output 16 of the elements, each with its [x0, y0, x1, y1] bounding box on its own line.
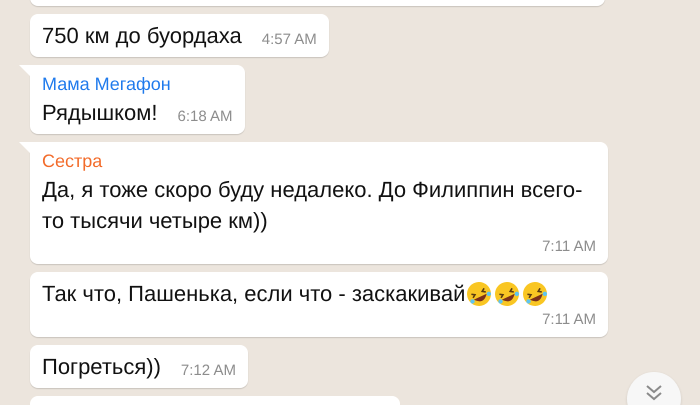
message-time: 7:12 AM — [180, 361, 236, 381]
message-text: Так что, Пашенька, если что - заскакивай — [42, 280, 466, 308]
double-chevron-down-icon — [644, 384, 664, 402]
message-text: 750 км до буордаха — [42, 22, 242, 50]
message-time: 7:11 AM — [542, 310, 596, 330]
message-text: Да, я тоже скоро буду недалеко. До Филиппин всего-то тысячи четыре км)) — [42, 176, 584, 235]
rolling-laughing-emoji-icon — [521, 280, 550, 308]
rolling-laughing-emoji-icon — [493, 280, 522, 308]
message-time: 4:57 AM — [262, 30, 317, 50]
sender-name: Мама Мегафон — [42, 73, 172, 96]
rolling-laughing-emoji-icon — [465, 280, 494, 308]
sender-name: Сестра — [42, 150, 104, 173]
message-time: 6:18 AM — [178, 107, 233, 127]
message-text: Рядышком! — [42, 99, 158, 127]
message-time: 7:11 AM — [542, 237, 596, 257]
message-text: Погреться)) — [42, 353, 161, 381]
